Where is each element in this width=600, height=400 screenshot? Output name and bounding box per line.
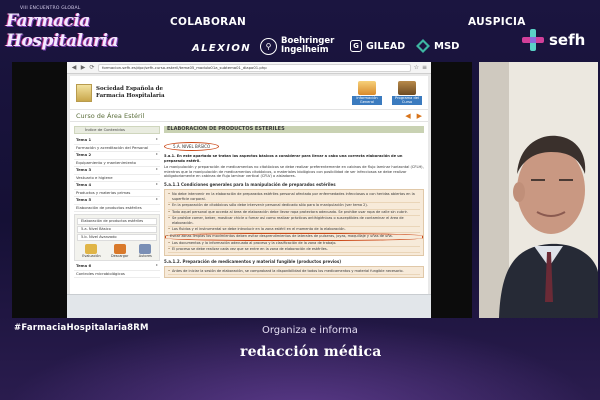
sidebar-items: Tema 1 ▸ Formación y acreditación del Pers… (74, 136, 160, 212)
autores-button[interactable]: Autores (139, 244, 152, 258)
sidebar-sub-item[interactable]: 5.a. Nivel Básico (77, 226, 157, 233)
course-bar: Curso de Área Estéril ◀ ▶ (70, 110, 428, 122)
level-tag: 5.A. NIVEL BÁSICO (164, 142, 220, 151)
reload-icon[interactable]: ⟳ (89, 64, 95, 71)
sefh-icon (522, 29, 544, 51)
sidebar-item[interactable]: Tema 5 ▸ (74, 196, 160, 205)
download-icon (113, 244, 126, 254)
gilead-icon: G (350, 40, 362, 52)
sidebar-sub-item[interactable]: 5.b. Nivel Avanzado (77, 234, 157, 241)
book-icon (398, 80, 416, 95)
condition-item: No debe intervenir en la elaboración de … (168, 192, 420, 204)
org-logo-icon (76, 83, 92, 102)
chevron-right-icon: ▸ (155, 136, 158, 141)
sidebar-item[interactable]: Vestuario e higiene (74, 175, 160, 182)
event-title: Farmacia Hospitalaria (6, 11, 119, 51)
course-sidebar: Índice de Contenidos Tema 1 ▸ Formación y … (74, 126, 160, 292)
sidebar-sub-item[interactable]: Elaboración de productos estériles (77, 218, 157, 225)
sidebar-items-after: Tema 6 ▸ Controles microbiológicos (74, 262, 160, 278)
chevron-right-icon: ▸ (155, 151, 158, 156)
section2-item: Antes de iniciar la sesión de elaboració… (168, 269, 420, 276)
organiza-label: Organiza e informa (262, 325, 358, 336)
msd-logo: MSD (416, 36, 459, 56)
condition-item: Se prohíbe comer, beber, masticar chicle… (168, 216, 420, 228)
site-header: Sociedad Española de Farmacia Hospitalar… (70, 76, 428, 110)
prev-page-icon[interactable]: ◀ (405, 112, 410, 120)
presenter-image (479, 62, 598, 318)
os-taskbar (67, 294, 431, 318)
alexion-logo: ALEXION (192, 42, 252, 54)
sidebar-item[interactable]: Tema 4 ▸ (74, 181, 160, 190)
sefh-name: sefh (549, 31, 586, 49)
sidebar-item[interactable]: Tema 3 ▸ (74, 166, 160, 175)
event-title-line1: Farmacia (6, 11, 90, 31)
toc-header[interactable]: Índice de Contenidos (74, 126, 160, 134)
auspicia-label: AUSPICIA (468, 16, 526, 28)
course-site: Sociedad Española de Farmacia Hospitalar… (70, 76, 428, 294)
info-icon (358, 80, 376, 95)
event-title-line2: Hospitalaria (6, 31, 119, 51)
sidebar-panel: Elaboración de productos estériles 5.a. … (74, 214, 160, 261)
sidebar-item[interactable]: Tema 6 ▸ (74, 262, 160, 271)
section-title-2: 5.a.1.2. Preparación de medicamentos y m… (164, 259, 342, 264)
menu-icon[interactable]: ≡ (422, 64, 427, 71)
section-title: 5.a.1.1 Condiciones generales para la ma… (164, 181, 336, 187)
sidebar-item[interactable]: Formación y acreditación del Personal (74, 145, 160, 152)
sidebar-item[interactable]: Equipamiento y mantenimiento (74, 160, 160, 167)
boehringer-logo: ⚲ Boehringer Ingelheim (260, 36, 338, 56)
programa-link[interactable]: Programa del Curso (392, 80, 422, 105)
chevron-right-icon: ▸ (155, 196, 158, 201)
back-icon[interactable]: ◀ (71, 64, 77, 71)
conditions-list: No debe intervenir en la elaboración de … (164, 188, 424, 256)
sidebar-item[interactable]: Tema 1 ▸ (74, 136, 160, 145)
evaluation-icon (85, 244, 98, 254)
sidebar-item[interactable]: Productos y materias primas (74, 190, 160, 197)
chevron-right-icon: ▸ (155, 166, 158, 171)
address-bar[interactable]: formacion.sefh.es/dpc/sefh-curso-esteril… (98, 63, 411, 72)
info-general-link[interactable]: Información General (352, 80, 382, 105)
org-name: Sociedad Española de Farmacia Hospitalar… (96, 85, 165, 99)
chevron-right-icon: ▸ (155, 181, 158, 186)
browser-toolbar: ◀ ▶ ⟳ formacion.sefh.es/dpc/sefh-curso-e… (67, 62, 431, 74)
top-links: Información General Programa del Curso (352, 80, 422, 105)
sidebar-tools: Evaluación Descargar Autores (77, 244, 157, 258)
star-icon[interactable]: ☆ (414, 64, 419, 71)
browser-window: ◀ ▶ ⟳ formacion.sefh.es/dpc/sefh-curso-e… (67, 62, 431, 318)
evaluacion-button[interactable]: Evaluación (82, 244, 101, 258)
msd-name: MSD (434, 40, 460, 52)
sefh-logo: sefh (520, 28, 585, 52)
descargar-button[interactable]: Descargar (111, 244, 128, 258)
sidebar-item[interactable]: Tema 2 ▸ (74, 151, 160, 160)
shared-screen: ◀ ▶ ⟳ formacion.sefh.es/dpc/sefh-curso-e… (12, 62, 472, 318)
boehringer-line2: Ingelheim (281, 45, 329, 55)
next-page-icon[interactable]: ▶ (417, 112, 422, 120)
presenter-video (479, 62, 598, 318)
page-nav: ◀ ▶ (405, 112, 422, 120)
lesson-heading: ELABORACIÓN DE PRODUCTOS ESTÉRILES (164, 126, 424, 133)
section2-box: Antes de iniciar la sesión de elaboració… (164, 266, 424, 279)
msd-icon (416, 39, 430, 53)
gilead-logo: G GILEAD (350, 36, 405, 56)
event-hashtag: #FarmaciaHospitalaria8RM (14, 323, 149, 333)
redaccion-medica-logo: redacción médica (240, 344, 382, 360)
chevron-right-icon: ▸ (155, 262, 158, 267)
sidebar-item[interactable]: Controles microbiológicos (74, 271, 160, 278)
lesson-intro: 5.a.1. En este apartado se tratan los as… (164, 154, 403, 163)
lesson-content: ELABORACIÓN DE PRODUCTOS ESTÉRILES 5.A. … (164, 126, 424, 292)
forward-icon[interactable]: ▶ (80, 64, 86, 71)
lesson-intro-text: La manipulación y preparación de medicam… (164, 165, 424, 179)
course-title: Curso de Área Estéril (76, 111, 145, 120)
sidebar-item[interactable]: Elaboración de productos estériles (74, 205, 160, 212)
authors-icon (139, 244, 152, 254)
colaboran-label: COLABORAN (170, 16, 247, 28)
condition-item: El proceso se debe realizar cada vez que… (168, 247, 420, 253)
boehringer-icon: ⚲ (260, 37, 277, 55)
gilead-name: GILEAD (366, 40, 406, 52)
condition-item: Evitar zonas limpias los movimientos deb… (165, 233, 423, 241)
